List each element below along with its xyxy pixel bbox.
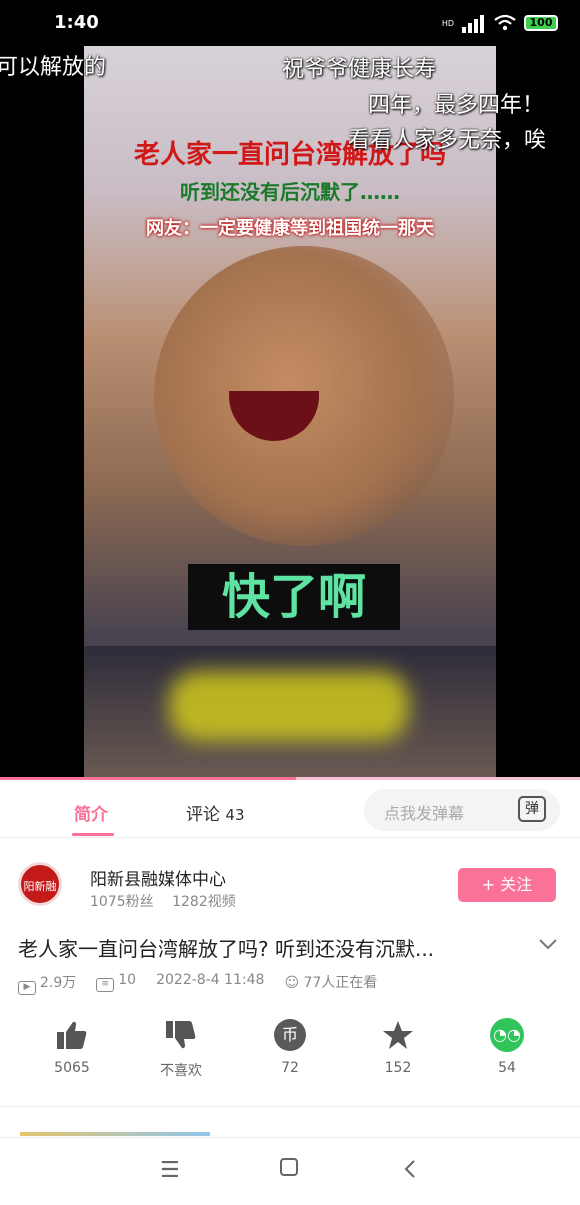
channel-info: 阳新融媒 阳新县融媒体中心 1075粉丝 1282视频 + 关注 <box>0 840 580 937</box>
chevron-down-icon[interactable] <box>538 934 558 955</box>
tab-comments[interactable]: 评论 43 <box>186 800 245 825</box>
action-bar: 5065 不喜欢 币 72 152 ◔◔ 54 <box>0 1018 580 1088</box>
video-frame: 老人家一直问台湾解放了吗 听到还没有后沉默了…… 网友：一定要健康等到祖国统一那… <box>84 46 496 780</box>
thumbs-down-icon <box>163 1018 199 1052</box>
wechat-icon: ◔◔ <box>490 1018 524 1052</box>
tab-intro[interactable]: 简介 <box>74 800 108 825</box>
views-stat: ▶ 2.9万 <box>18 972 76 995</box>
video-caption-overlay: 网友：一定要健康等到祖国统一那天 <box>146 218 434 239</box>
favorite-button[interactable]: 152 <box>358 1018 438 1076</box>
home-icon[interactable] <box>278 1156 300 1184</box>
tab-indicator <box>72 833 114 836</box>
danmaku-icon: ≡ <box>96 978 115 992</box>
danmaku-stat: ≡ 10 <box>96 972 136 995</box>
tab-comments-label: 评论 <box>186 805 220 825</box>
channel-name[interactable]: 阳新县融媒体中心 <box>90 865 226 890</box>
danmaku-input[interactable]: 点我发弹幕 弹 <box>364 789 560 831</box>
dislike-button[interactable]: 不喜欢 <box>141 1018 221 1080</box>
coin-button[interactable]: 币 72 <box>250 1018 330 1076</box>
coin-count: 72 <box>281 1060 299 1076</box>
danmaku-item: 看看人家多无奈，唉 <box>348 128 547 153</box>
next-item-peek <box>20 1132 210 1136</box>
video-subtitle-overlay: 听到还没有后沉默了…… <box>180 180 400 204</box>
status-time: 1:40 <box>54 12 99 33</box>
subtitle-text: 快了啊 <box>221 569 366 625</box>
video-title: 老人家一直问台湾解放了吗? 听到还没有沉默... <box>18 937 435 961</box>
status-icons: HD 100 <box>442 13 558 33</box>
people-icon: ☺ <box>284 975 304 991</box>
coin-icon: 币 <box>274 1019 306 1051</box>
danmaku-count: 10 <box>118 972 137 988</box>
tab-bar: 简介 评论 43 点我发弹幕 弹 <box>0 780 580 838</box>
watching-count: 77人正在看 <box>303 975 378 991</box>
status-bar: 1:40 HD 100 <box>0 0 580 46</box>
back-icon[interactable] <box>402 1158 418 1186</box>
system-nav-bar: ☰ <box>0 1137 580 1205</box>
thumbs-up-icon <box>54 1018 90 1052</box>
battery-icon: 100 <box>524 15 558 31</box>
share-button[interactable]: ◔◔ 54 <box>467 1018 547 1076</box>
channel-videos: 1282视频 <box>172 894 236 910</box>
like-button[interactable]: 5065 <box>32 1018 112 1076</box>
video-blurred-caption <box>169 671 409 741</box>
channel-fans: 1075粉丝 <box>90 894 154 910</box>
signal-icon <box>462 13 486 33</box>
play-icon: ▶ <box>18 981 36 995</box>
danmaku-placeholder: 点我发弹幕 <box>384 804 465 823</box>
favorite-count: 152 <box>384 1060 412 1076</box>
danmaku-toggle-button[interactable]: 弹 <box>518 796 546 822</box>
watching-stat: ☺ 77人正在看 <box>284 972 377 995</box>
views-count: 2.9万 <box>40 975 77 991</box>
like-count: 5065 <box>54 1060 90 1076</box>
menu-icon[interactable]: ☰ <box>160 1158 180 1183</box>
follow-button[interactable]: + 关注 <box>458 868 556 902</box>
danmaku-item: 四年，最多四年！ <box>368 93 545 118</box>
publish-date: 2022-8-4 11:48 <box>156 972 265 988</box>
dislike-label: 不喜欢 <box>160 1063 202 1079</box>
danmaku-item: 可以解放的 <box>0 55 107 80</box>
danmaku-item: 祝爷爷健康长寿 <box>282 57 437 82</box>
channel-meta: 1075粉丝 1282视频 <box>90 891 250 911</box>
wifi-icon <box>494 14 516 31</box>
avatar[interactable]: 阳新融媒 <box>18 862 62 937</box>
tab-comments-count: 43 <box>225 806 245 824</box>
share-count: 54 <box>498 1060 516 1076</box>
video-stats: ▶ 2.9万 ≡ 10 2022-8-4 11:48 ☺ 77人正在看 <box>18 972 377 995</box>
video-player[interactable]: 老人家一直问台湾解放了吗 听到还没有后沉默了…… 网友：一定要健康等到祖国统一那… <box>0 46 580 780</box>
hd-label: HD <box>441 18 454 28</box>
star-icon <box>380 1018 416 1052</box>
divider <box>0 1106 580 1107</box>
